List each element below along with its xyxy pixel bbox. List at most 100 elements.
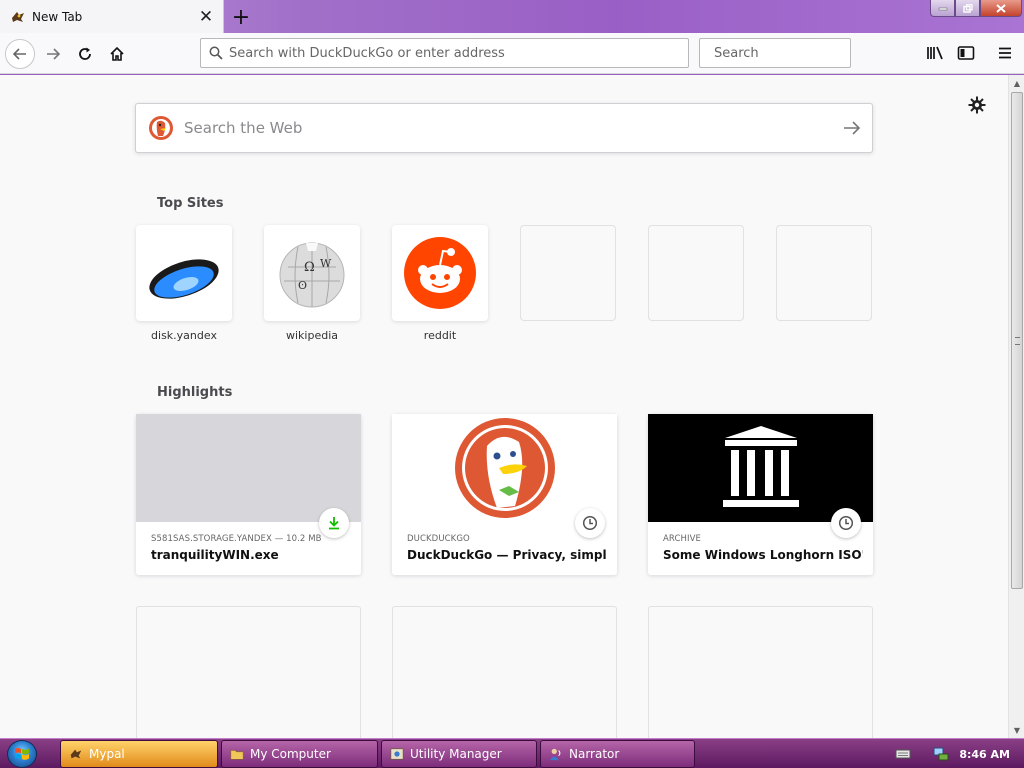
restore-icon[interactable] <box>955 0 980 17</box>
sidebar-toggle-button[interactable] <box>952 39 980 67</box>
top-site-tile[interactable] <box>136 225 232 321</box>
yandex-disk-icon <box>149 259 219 299</box>
highlight-placeholder <box>392 606 617 738</box>
address-bar[interactable] <box>200 38 689 68</box>
keyboard-icon[interactable] <box>895 748 911 760</box>
scroll-grip <box>1015 337 1020 345</box>
svg-text:ʘ: ʘ <box>298 279 307 292</box>
highlight-card[interactable]: DUCKDUCKGO DuckDuckGo — Privacy, simplif… <box>392 414 617 575</box>
clock[interactable]: 8:46 AM <box>959 748 1010 761</box>
history-badge <box>831 508 861 538</box>
close-window-icon[interactable] <box>980 0 1022 17</box>
top-site-placeholder[interactable] <box>776 225 872 321</box>
taskbar-item-label: Utility Manager <box>410 747 502 761</box>
taskbar-item-label: Mypal <box>89 747 125 761</box>
taskbar: Mypal My Computer Utility Manager Narrat… <box>0 738 1024 768</box>
top-site-empty-slot[interactable] <box>520 225 616 321</box>
svg-text:W: W <box>320 257 332 270</box>
taskbar-item-label: My Computer <box>250 747 331 761</box>
menu-button[interactable] <box>991 39 1019 67</box>
forward-button[interactable] <box>38 39 68 69</box>
taskbar-item-utility-manager[interactable]: Utility Manager <box>381 740 537 768</box>
highlight-title: Some Windows Longhorn ISO's :... <box>663 548 863 562</box>
top-site-disk-yandex[interactable]: disk.yandex <box>136 225 232 342</box>
highlight-title: DuckDuckGo — Privacy, simplifi... <box>407 548 607 562</box>
top-site-empty-slot[interactable] <box>776 225 872 321</box>
url-input[interactable] <box>229 45 688 61</box>
top-site-label: reddit <box>423 329 457 342</box>
history-badge <box>575 508 605 538</box>
arrow-right-icon <box>844 121 861 135</box>
home-icon <box>110 46 124 61</box>
search-submit-button[interactable] <box>832 108 872 148</box>
tab-title: New Tab <box>32 9 83 24</box>
search-icon <box>209 46 223 60</box>
highlight-card[interactable]: S581SAS.STORAGE.YANDEX — 10.2 MB tranqui… <box>136 414 361 575</box>
reddit-icon <box>404 237 476 309</box>
library-button[interactable] <box>921 39 949 67</box>
home-button[interactable] <box>102 39 132 69</box>
top-site-label: wikipedia <box>285 329 338 342</box>
top-site-tile[interactable] <box>392 225 488 321</box>
narrator-icon <box>549 748 561 761</box>
window-controls <box>930 0 1022 17</box>
top-site-tile[interactable]: Ω W ʘ <box>264 225 360 321</box>
title-bar: New Tab ✕ + <box>0 0 1024 33</box>
mypal-icon <box>70 749 82 759</box>
clock-icon <box>582 515 598 531</box>
highlight-card[interactable]: ARCHIVE Some Windows Longhorn ISO's :... <box>648 414 873 575</box>
reload-button[interactable] <box>70 39 100 69</box>
hamburger-menu-icon <box>999 47 1011 59</box>
sidebar-icon <box>957 46 975 60</box>
vertical-scrollbar[interactable]: ▲ ▼ <box>1008 75 1024 738</box>
navigation-toolbar <box>0 33 1024 74</box>
scroll-down-arrow-icon[interactable]: ▼ <box>1009 722 1024 738</box>
system-tray: 8:46 AM <box>895 739 1024 768</box>
top-site-label: disk.yandex <box>151 329 217 342</box>
folder-icon <box>230 750 244 760</box>
web-search-input[interactable] <box>184 119 832 137</box>
taskbar-item-label: Narrator <box>569 747 620 761</box>
download-icon <box>329 517 339 530</box>
settings-gear-button[interactable] <box>965 93 989 117</box>
taskbar-item-narrator[interactable]: Narrator <box>540 740 695 768</box>
minimize-icon[interactable] <box>930 0 955 17</box>
scroll-thumb[interactable] <box>1011 92 1023 589</box>
new-tab-button[interactable]: + <box>228 4 254 30</box>
back-button[interactable] <box>5 39 35 69</box>
search-input[interactable] <box>714 45 884 61</box>
top-site-reddit[interactable]: reddit <box>392 225 488 342</box>
highlights-heading: Highlights <box>157 385 233 400</box>
clock-icon <box>838 515 854 531</box>
taskbar-item-mypal[interactable]: Mypal <box>60 740 218 768</box>
reload-icon <box>79 47 91 60</box>
utility-manager-icon <box>390 748 404 760</box>
highlight-context: S581SAS.STORAGE.YANDEX — 10.2 MB <box>151 534 322 544</box>
network-icon[interactable] <box>933 746 949 762</box>
highlight-title: tranquilityWIN.exe <box>151 548 279 562</box>
wikipedia-globe-icon: Ω W ʘ <box>279 242 345 308</box>
new-tab-page: Top Sites disk.yandex Ω W ʘ wikipedia <box>0 75 1008 738</box>
duckduckgo-logo-icon <box>149 116 173 140</box>
svg-text:Ω: Ω <box>304 260 315 275</box>
top-site-wikipedia[interactable]: Ω W ʘ wikipedia <box>264 225 360 342</box>
web-search-box[interactable] <box>135 103 873 153</box>
forward-arrow-icon <box>47 48 61 60</box>
highlight-placeholder <box>648 606 873 738</box>
highlight-context: ARCHIVE <box>663 534 702 544</box>
top-site-empty-slot[interactable] <box>648 225 744 321</box>
highlight-thumbnail <box>648 414 873 522</box>
taskbar-item-my-computer[interactable]: My Computer <box>221 740 378 768</box>
highlight-thumbnail <box>136 414 361 522</box>
scroll-up-arrow-icon[interactable]: ▲ <box>1009 75 1024 91</box>
start-button[interactable] <box>7 740 37 768</box>
top-site-placeholder[interactable] <box>648 225 744 321</box>
duckduckgo-logo-icon <box>454 418 555 518</box>
search-bar[interactable] <box>699 38 884 68</box>
library-icon <box>927 46 943 60</box>
highlight-thumbnail <box>392 414 617 522</box>
top-site-placeholder[interactable] <box>520 225 616 321</box>
back-arrow-icon <box>12 48 26 60</box>
tab-new-tab[interactable]: New Tab ✕ <box>0 0 224 33</box>
tab-close-icon[interactable]: ✕ <box>195 6 217 28</box>
